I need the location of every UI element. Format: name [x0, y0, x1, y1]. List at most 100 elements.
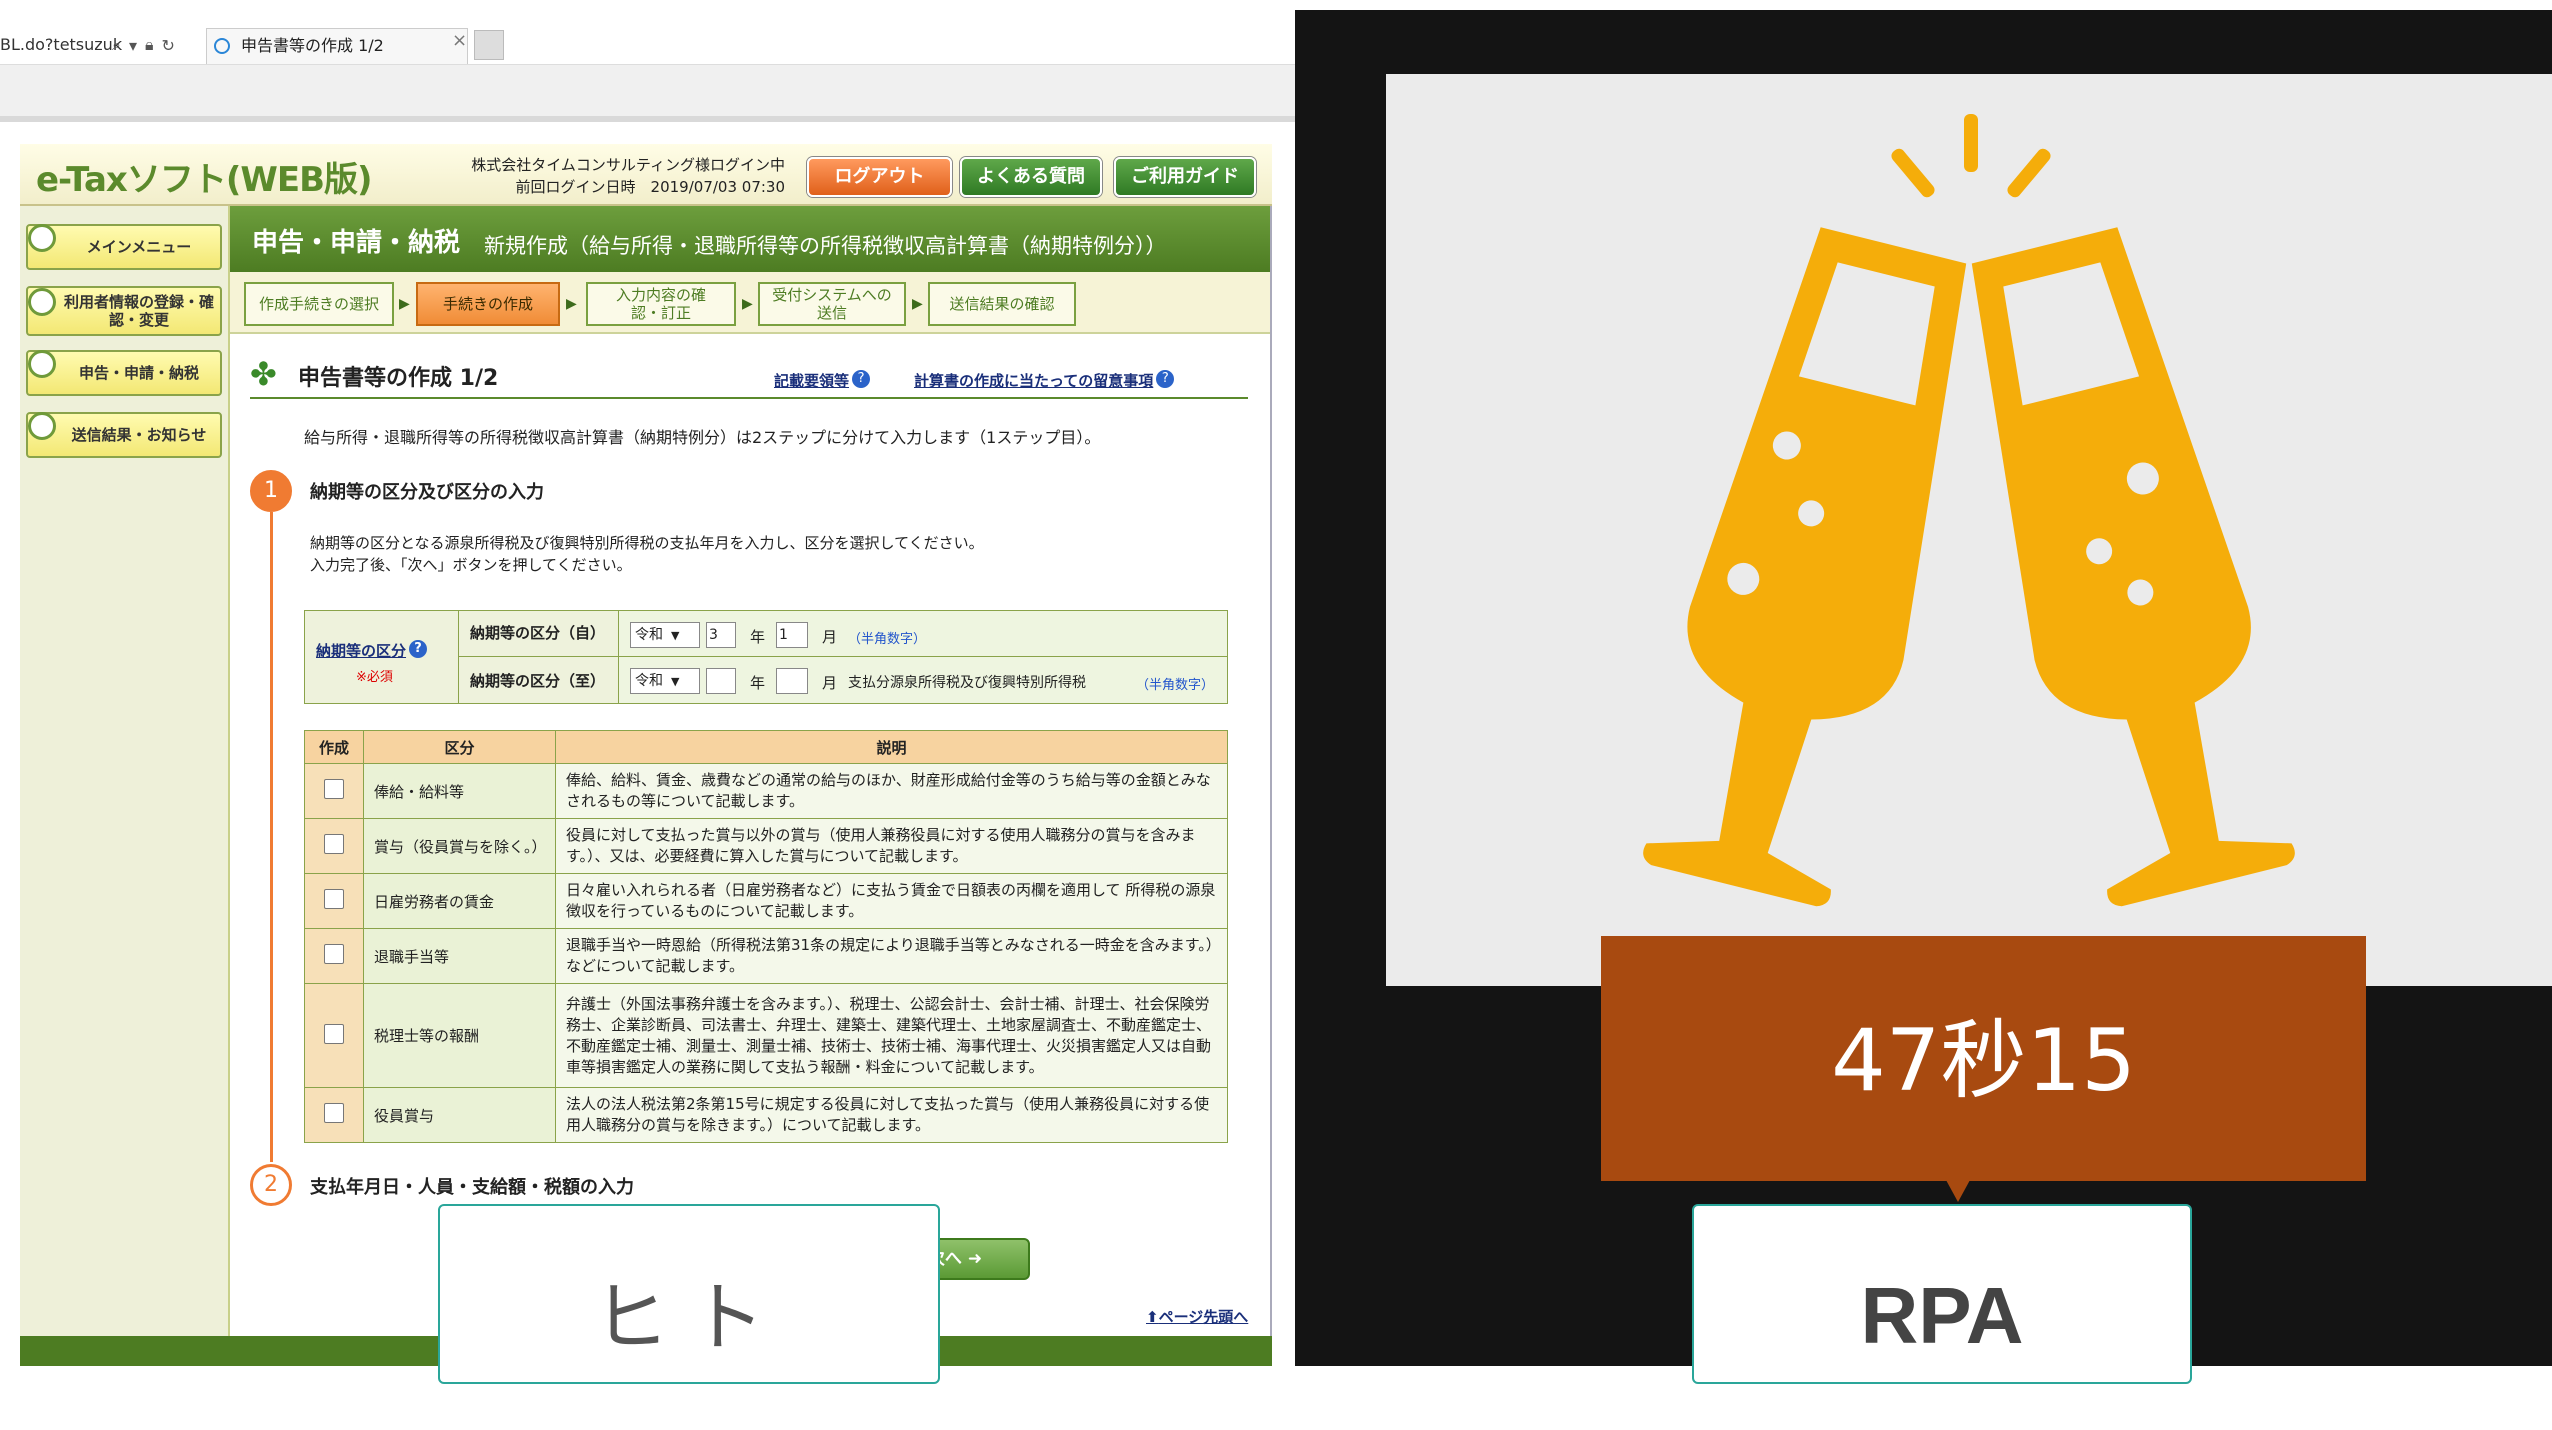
kubun-cell: 役員賞与 [363, 1087, 556, 1143]
divider [458, 656, 1228, 657]
user-info-icon [28, 288, 56, 316]
sidebar-item-main-menu[interactable]: メインメニュー [26, 224, 222, 270]
col-create: 作成 [304, 730, 364, 764]
address-bar-icons: ⌕ ▾ 🔒︎ ↻ [112, 30, 175, 60]
last-login: 前回ログイン日時 2019/07/03 07:30 [515, 178, 785, 196]
table-row: 日雇労務者の賃金 日々雇い入れられる者（日雇労務者など）に支払う賃金で日額表の丙… [304, 873, 1228, 929]
step1-description: 納期等の区分となる源泉所得税及び復興特別所得税の支払年月を入力し、区分を選択して… [310, 532, 984, 576]
band-category: 申告・申請・納税 [252, 228, 461, 258]
year-unit: 年 [750, 674, 766, 692]
page-title: 申告書等の作成 1/2 [298, 366, 499, 391]
desc-cell: 法人の法人税法第2条第15号に規定する役員に対して支払った賞与（使用人兼務役員に… [555, 1087, 1228, 1143]
step-connector [270, 512, 273, 1162]
refresh-icon[interactable]: ↻ [162, 36, 175, 55]
sidebar-item-filing[interactable]: 申告・申請・納税 [26, 350, 222, 396]
timer-display: 47秒15 [1601, 936, 2366, 1181]
step1-desc-line2: 入力完了後、「次へ」ボタンを押してください。 [310, 556, 632, 574]
desc-cell: 役員に対して支払った賞与以外の賞与（使用人兼務役員に対する使用人職務分の賞与を含… [555, 818, 1228, 874]
step1-title: 納期等の区分及び区分の入力 [310, 482, 544, 503]
checkbox-cell [304, 873, 364, 929]
step-confirm-label: 入力内容の確認・訂正 [615, 286, 706, 322]
month-unit: 月 [822, 674, 838, 692]
from-year-input[interactable]: 3 [706, 622, 736, 648]
desc-cell: 弁護士（外国法事務弁護士を含みます。）、税理士、公認会計士、会計士補、計理士、社… [555, 983, 1228, 1088]
step1-desc-line1: 納期等の区分となる源泉所得税及び復興特別所得税の支払年月を入力し、区分を選択して… [310, 534, 984, 552]
writing-guide-link[interactable]: 記載要領等 [774, 372, 849, 390]
era-select-to[interactable]: 令和 ▼ [630, 668, 700, 694]
notes-link[interactable]: 計算書の作成に当たっての留意事項 [914, 372, 1153, 390]
era-value: 令和 [635, 673, 663, 689]
help-icon[interactable]: ? [409, 640, 428, 658]
page-top-label: ページ先頭へ [1158, 1308, 1249, 1326]
halfwidth-note: （半角数字） [1136, 678, 1215, 693]
create-checkbox[interactable] [324, 1023, 344, 1044]
from-month-input[interactable]: 1 [776, 622, 808, 648]
table-row: 役員賞与 法人の法人税法第2条第15号に規定する役員に対して支払った賞与（使用人… [304, 1087, 1228, 1143]
divider [618, 611, 619, 703]
page-top-link[interactable]: ⬆ページ先頭へ [1146, 1306, 1248, 1327]
desc-cell: 退職手当や一時恩給（所得税法第31条の規定により退職手当等とみなされる一時金を含… [555, 928, 1228, 984]
ie-favicon-icon [214, 38, 230, 54]
create-checkbox[interactable] [324, 779, 344, 799]
logout-button[interactable]: ログアウト [807, 157, 952, 197]
kubun-cell: 税理士等の報酬 [363, 983, 556, 1088]
step-arrow-icon: ▶ [399, 296, 410, 312]
step-send-label: 受付システムへの送信 [772, 286, 892, 322]
new-tab-button[interactable] [474, 30, 504, 60]
search-icon[interactable]: ⌕ [112, 35, 121, 55]
dropdown-icon[interactable]: ▾ [129, 36, 137, 55]
to-suffix: 支払分源泉所得税及び復興特別所得税 [848, 675, 1086, 691]
results-icon [28, 412, 56, 440]
era-select-from[interactable]: 令和 ▼ [630, 622, 700, 648]
table-row: 賞与（役員賞与を除く。） 役員に対して支払った賞与以外の賞与（使用人兼務役員に対… [304, 818, 1228, 874]
period-label-wrap: 納期等の区分? [316, 640, 428, 661]
sidebar-item-results[interactable]: 送信結果・お知らせ [26, 412, 222, 458]
writing-guide-link-wrap: 記載要領等? [774, 370, 871, 391]
step-arrow-icon: ▶ [566, 296, 577, 312]
band-title: 新規作成（給与所得・退職所得等の所得税徴収高計算書（納期特例分）） [484, 234, 1167, 258]
lock-icon: 🔒︎ [145, 35, 154, 54]
period-from-label: 納期等の区分（自） [470, 624, 606, 642]
divider [458, 611, 459, 703]
create-checkbox[interactable] [324, 944, 344, 964]
faq-button[interactable]: よくある質問 [960, 157, 1102, 197]
period-label[interactable]: 納期等の区分 [316, 642, 406, 660]
login-info: 株式会社タイムコンサルティング様ログイン中 前回ログイン日時 2019/07/0… [440, 154, 785, 198]
clover-icon: ✤ [250, 355, 277, 393]
login-user: 株式会社タイムコンサルティング様ログイン中 [471, 156, 785, 174]
etax-logo: e-Taxソフト(WEB版) [36, 160, 373, 200]
checkbox-cell [304, 763, 364, 819]
table-header-row: 作成 区分 説明 [304, 730, 1228, 764]
category-table: 作成 区分 説明 俸給・給料等 俸給、給料、賃金、歳費などの通常の給与のほか、財… [304, 730, 1228, 1143]
chevron-down-icon: ▼ [671, 675, 680, 688]
help-icon[interactable]: ? [1156, 370, 1175, 388]
create-checkbox[interactable] [324, 889, 344, 909]
step-arrow-icon: ▶ [912, 296, 923, 312]
browser-tab[interactable]: 申告書等の作成 1/2 SEGE20... [206, 28, 468, 89]
kubun-cell: 賞与（役員賞与を除く。） [363, 818, 556, 874]
create-checkbox[interactable] [324, 834, 344, 854]
to-month-input[interactable] [776, 668, 808, 694]
filing-icon [28, 350, 56, 378]
up-arrow-icon: ⬆ [1146, 1308, 1159, 1326]
desc-cell: 日々雇い入れられる者（日雇労務者など）に支払う賃金で日額表の丙欄を適用して 所得… [555, 873, 1228, 929]
sidebar-item-user-info[interactable]: 利用者情報の登録・確認・変更 [26, 286, 222, 336]
checkbox-cell [304, 818, 364, 874]
step-result: 送信結果の確認 [928, 282, 1076, 326]
slide-area [1386, 74, 2552, 986]
step-select-procedure[interactable]: 作成手続きの選択 [244, 282, 394, 326]
home-icon [28, 224, 56, 252]
guide-button[interactable]: ご利用ガイド [1114, 157, 1256, 197]
next-arrow-icon: ➜ [967, 1249, 983, 1269]
table-row: 税理士等の報酬 弁護士（外国法事務弁護士を含みます。）、税理士、公認会計士、会計… [304, 983, 1228, 1088]
required-mark: ※必須 [356, 670, 393, 685]
checkbox-cell [304, 1087, 364, 1143]
close-tab-icon[interactable]: × [452, 30, 467, 51]
to-year-input[interactable] [706, 668, 736, 694]
rpa-label-card: RPA [1692, 1204, 2192, 1384]
step-create: 手続きの作成 [416, 282, 560, 326]
help-icon[interactable]: ? [852, 370, 871, 388]
create-checkbox[interactable] [324, 1103, 344, 1123]
table-row: 退職手当等 退職手当や一時恩給（所得税法第31条の規定により退職手当等とみなされ… [304, 928, 1228, 984]
chevron-down-icon: ▼ [671, 629, 680, 642]
